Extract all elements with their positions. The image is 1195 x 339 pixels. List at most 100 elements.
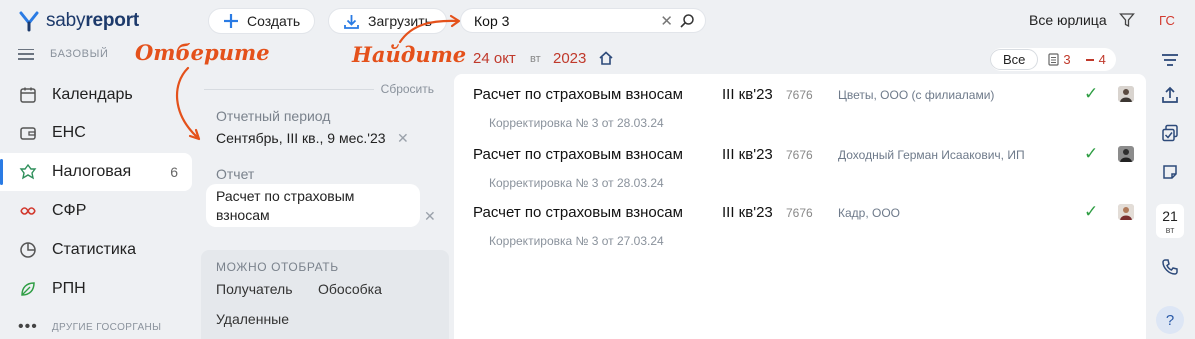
correction-note: Корректировка № 3 от 27.03.24 (489, 234, 664, 248)
report-period: III кв'23 (722, 146, 773, 163)
search-icon[interactable] (679, 13, 695, 29)
correction-note: Корректировка № 3 от 28.03.24 (489, 116, 664, 130)
can-select-box: МОЖНО ОТОБРАТЬ Получатель Обособка Удале… (201, 250, 449, 339)
status-segment: Все 3 4 (990, 48, 1116, 71)
report-value-chip[interactable]: Расчет по страховым взносам (206, 184, 420, 227)
avatar (1118, 86, 1134, 102)
segment-errors[interactable]: 4 (1081, 52, 1116, 67)
filter-option-branch[interactable]: Обособка (318, 281, 382, 297)
report-org: Доходный Герман Исаакович, ИП (838, 148, 1025, 162)
annotation-arrow-select (176, 66, 201, 141)
minus-icon (1085, 58, 1094, 61)
create-label: Создать (247, 13, 301, 29)
filter-option-recipient[interactable]: Получатель (216, 281, 293, 297)
accepted-check-icon: ✓ (1084, 84, 1099, 103)
logo[interactable]: sabyreport (18, 8, 139, 34)
plus-icon (224, 14, 238, 28)
errors-count: 4 (1098, 52, 1106, 67)
tasks-icon[interactable] (1158, 121, 1182, 145)
date-day[interactable]: 24 окт (473, 50, 516, 67)
date-year[interactable]: 2023 (553, 50, 586, 67)
plan-row: БАЗОВЫЙ (18, 48, 108, 60)
report-code: 7676 (786, 88, 813, 102)
sidebar-item-tax[interactable]: Налоговая 6 (0, 153, 192, 191)
search-value: Кор 3 (474, 12, 510, 29)
user-avatar[interactable]: ГС (1159, 13, 1175, 28)
avatar (1118, 204, 1134, 220)
report-value: Расчет по страховым взносам (216, 188, 355, 223)
segment-all[interactable]: Все (990, 49, 1039, 70)
accepted-check-icon: ✓ (1084, 144, 1099, 163)
logo-text: sabyreport (46, 10, 140, 31)
report-list: Расчет по страховым взносам III кв'23 76… (454, 74, 1146, 339)
calendar-weekday: вт (1165, 225, 1175, 235)
date-weekday: вт (530, 53, 541, 65)
list-settings-icon[interactable] (1158, 48, 1182, 72)
report-name: Расчет по страховым взносам (473, 86, 683, 103)
calendar-day: 21 (1162, 208, 1178, 224)
sidebar-item-ens[interactable]: ЕНС (0, 114, 192, 152)
sidebar-item-rpn[interactable]: РПН (0, 270, 192, 308)
export-icon[interactable] (1158, 83, 1182, 107)
sidebar-item-label: СФР (52, 202, 87, 219)
report-label: Отчет (216, 166, 255, 182)
avatar (1118, 146, 1134, 162)
right-rail: 21 вт ? (1146, 44, 1195, 339)
annotation-arrow-find (398, 14, 461, 44)
filter-option-deleted[interactable]: Удаленные (216, 311, 289, 327)
report-org: Кадр, ООО (838, 206, 901, 220)
report-name: Расчет по страховым взносам (473, 204, 683, 221)
user-initial-second: С (1165, 13, 1175, 28)
docs-count: 3 (1063, 52, 1071, 67)
notes-icon[interactable] (1158, 160, 1182, 184)
search-input[interactable]: Кор 3 ✕ (460, 8, 706, 33)
sidebar-item-calendar[interactable]: Календарь (0, 76, 192, 114)
leaf-icon (18, 279, 38, 299)
table-row[interactable]: Расчет по страховым взносам III кв'23 76… (454, 134, 1146, 192)
sfr-icon (18, 201, 38, 221)
divider (204, 89, 374, 90)
period-label: Отчетный период (216, 108, 331, 124)
wallet-icon (18, 123, 38, 143)
create-button[interactable]: Создать (208, 8, 316, 34)
period-value[interactable]: Сентябрь, III кв., 9 мес.'23 (216, 130, 386, 146)
sidebar-item-label: Календарь (52, 86, 133, 103)
filter-icon[interactable] (1119, 12, 1135, 28)
report-code: 7676 (786, 148, 813, 162)
segment-docs[interactable]: 3 (1038, 52, 1080, 67)
more-icon: ••• (18, 318, 38, 335)
calendar-widget[interactable]: 21 вт (1156, 204, 1184, 238)
sabyreport-logo-icon (19, 11, 39, 32)
table-row[interactable]: Расчет по страховым взносам III кв'23 76… (454, 192, 1146, 250)
can-select-title: МОЖНО ОТОБРАТЬ (216, 260, 339, 274)
sidebar-item-statistics[interactable]: Статистика (0, 231, 192, 269)
more-label: ДРУГИЕ ГОСОРГАНЫ (51, 321, 162, 333)
table-row[interactable]: Расчет по страховым взносам III кв'23 76… (454, 74, 1146, 132)
plan-label: БАЗОВЫЙ (50, 48, 109, 60)
pie-chart-icon (18, 240, 38, 260)
clear-period-icon[interactable]: ✕ (397, 130, 409, 147)
legal-entities-selector[interactable]: Все юрлица (1029, 12, 1107, 28)
sidebar-more[interactable]: ••• ДРУГИЕ ГОСОРГАНЫ (18, 318, 161, 336)
sidebar-item-label: ЕНС (52, 124, 86, 141)
clear-report-icon[interactable]: ✕ (424, 208, 436, 225)
sidebar-item-label: Статистика (52, 241, 137, 258)
sidebar-item-count: 6 (170, 164, 178, 180)
phone-icon[interactable] (1158, 255, 1182, 279)
sidebar-item-label: Налоговая (52, 163, 132, 180)
annotation-select: Отберите (135, 40, 270, 65)
correction-note: Корректировка № 3 от 28.03.24 (489, 176, 664, 190)
reset-filters-button[interactable]: Сбросить (381, 82, 434, 96)
clear-search-icon[interactable]: ✕ (660, 12, 673, 30)
help-button[interactable]: ? (1156, 306, 1184, 334)
calendar-icon (18, 85, 38, 105)
report-name: Расчет по страховым взносам (473, 146, 683, 163)
upload-icon (344, 14, 359, 29)
sidebar-item-sfr[interactable]: СФР (0, 192, 192, 230)
home-icon[interactable] (598, 50, 614, 66)
report-org: Цветы, ООО (с филиалами) (838, 88, 995, 102)
report-period: III кв'23 (722, 86, 773, 103)
menu-icon[interactable] (18, 48, 34, 60)
report-period: III кв'23 (722, 204, 773, 221)
date-bar: 24 окт вт 2023 Все 3 4 (454, 44, 1146, 74)
